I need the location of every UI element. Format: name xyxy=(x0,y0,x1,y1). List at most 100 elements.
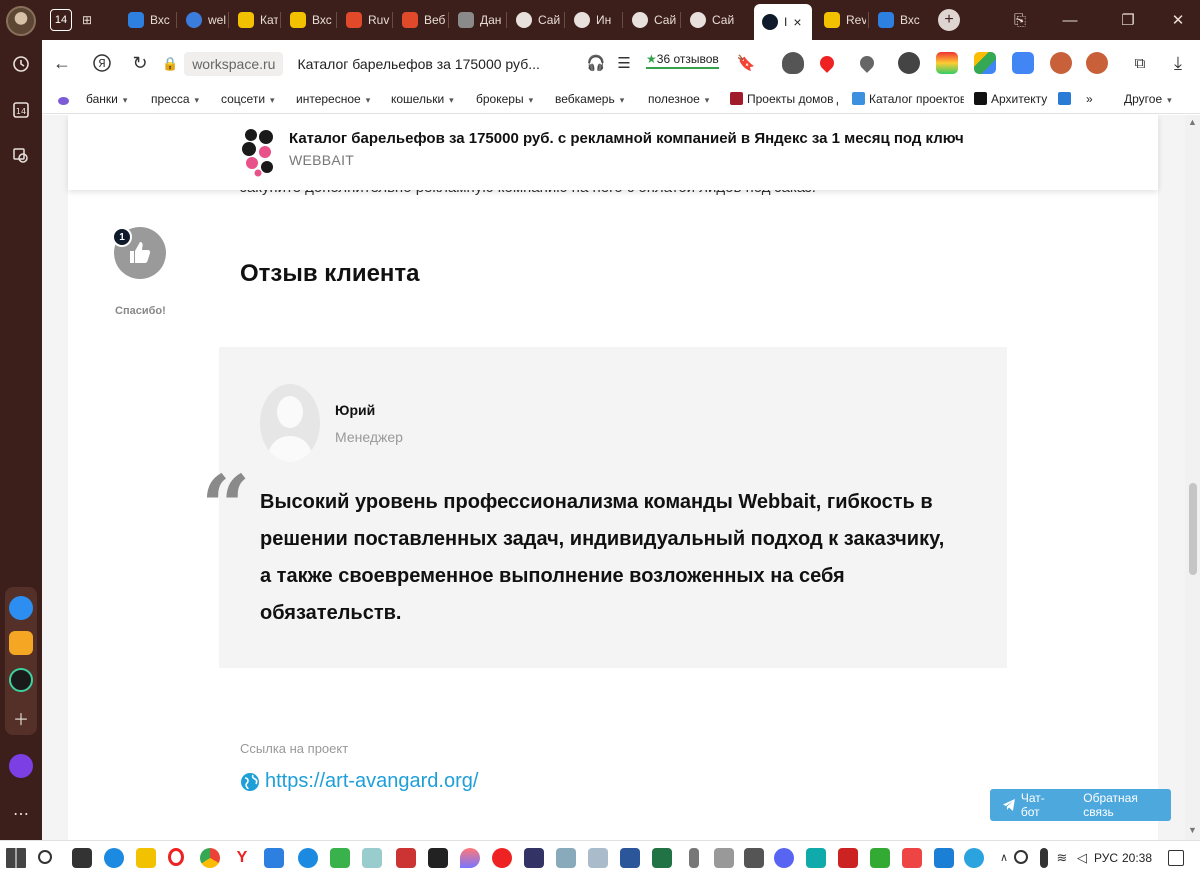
history-icon[interactable] xyxy=(7,50,35,78)
volume-icon[interactable]: ◁ xyxy=(1072,848,1092,868)
tab-item[interactable]: Вхс xyxy=(120,5,174,35)
close-tab-icon[interactable]: × xyxy=(793,14,801,30)
notifications-icon[interactable] xyxy=(1168,850,1184,866)
feedback-button[interactable]: Обратная связь xyxy=(1083,791,1171,819)
app-icon[interactable] xyxy=(362,848,382,868)
bookmark-folder-social[interactable]: соцсети ▾ xyxy=(221,92,275,106)
system-clock[interactable]: 20:38 xyxy=(1122,851,1152,865)
opera-icon[interactable] xyxy=(168,848,184,866)
location-extension-icon[interactable] xyxy=(857,53,877,73)
bookmark-folder-press[interactable]: пресса ▾ xyxy=(151,92,199,106)
tab-item[interactable]: Вхс xyxy=(282,5,334,35)
bookmark-project-catalog[interactable]: Каталог проектов xyxy=(852,92,964,106)
more-icon[interactable]: ⋯ xyxy=(7,800,35,828)
tab-item[interactable]: Кат xyxy=(230,5,278,35)
tray-overflow-icon[interactable]: ∧ xyxy=(994,848,1014,868)
bookmark-favicon-icon[interactable] xyxy=(1058,92,1075,106)
screenshot-icon[interactable] xyxy=(7,142,35,170)
restore-icon[interactable]: ❐ xyxy=(1116,8,1140,32)
language-indicator[interactable]: РУС xyxy=(1094,851,1118,865)
calculator-icon[interactable] xyxy=(714,848,734,868)
app-icon[interactable] xyxy=(428,848,448,868)
app-icon[interactable] xyxy=(902,848,922,868)
tab-item[interactable]: wel xyxy=(178,5,226,35)
map-pin-extension-icon[interactable] xyxy=(817,53,837,73)
bookmark-folder-banks[interactable]: банки ▾ xyxy=(86,92,127,106)
domain-pill[interactable]: workspace.ru xyxy=(184,52,284,76)
reader-mode-icon[interactable]: ☰ xyxy=(612,51,636,75)
tab-item[interactable]: Ruv xyxy=(338,5,390,35)
wifi-icon[interactable]: ≋ xyxy=(1052,848,1072,868)
tab-item[interactable]: Вхс xyxy=(870,5,922,35)
notes-app-icon[interactable] xyxy=(9,631,33,655)
tab-item[interactable]: Дан xyxy=(450,5,504,35)
drive-extension-icon[interactable] xyxy=(974,52,996,74)
tab-counter[interactable]: 14 xyxy=(46,5,76,35)
bookmark-folder-brokers[interactable]: брокеры ▾ xyxy=(476,92,533,106)
bookmark-architecture[interactable]: Архитекту xyxy=(974,92,1050,106)
tab-item[interactable]: Веб xyxy=(394,5,446,35)
telegram-taskbar-icon[interactable] xyxy=(964,848,984,868)
shield-extension-icon[interactable] xyxy=(782,52,804,74)
pin-window-icon[interactable]: ⎘ xyxy=(1008,8,1032,32)
add-app-icon[interactable]: ＋ xyxy=(7,704,35,732)
usb-icon[interactable] xyxy=(689,848,699,868)
page-scrollbar[interactable]: ▲ ▼ xyxy=(1185,115,1200,840)
hexagon-extension-icon[interactable] xyxy=(898,52,920,74)
task-view-icon[interactable] xyxy=(72,848,92,868)
windows-start-icon[interactable] xyxy=(6,848,26,868)
alice-assistant-icon[interactable] xyxy=(9,754,33,778)
chat-widget[interactable]: Чат-бот Обратная связь xyxy=(990,789,1171,821)
app-icon[interactable] xyxy=(492,848,512,868)
site-reviews-badge[interactable]: ★36 отзывов xyxy=(646,52,719,69)
new-tab-group-button[interactable]: ⊞ xyxy=(78,5,108,35)
scroll-down-arrow-icon[interactable]: ▼ xyxy=(1188,825,1197,835)
avatar-extension-icon[interactable] xyxy=(1086,52,1108,74)
header-brand[interactable]: WEBBAIT xyxy=(289,152,354,168)
app-icon[interactable] xyxy=(870,848,890,868)
calendar-icon[interactable]: 14 xyxy=(7,96,35,124)
avatar-extension-icon[interactable] xyxy=(1050,52,1072,74)
tab-item[interactable]: Сай xyxy=(508,5,562,35)
tools-extension-icon[interactable] xyxy=(936,52,958,74)
music-app-icon[interactable] xyxy=(9,668,33,692)
extensions-icon[interactable]: ⧉ xyxy=(1128,51,1152,75)
back-button[interactable]: ← xyxy=(50,51,74,75)
bookmark-house-projects[interactable]: Проекты домов д xyxy=(730,92,838,106)
tab-item[interactable]: Сай xyxy=(624,5,678,35)
app-icon[interactable] xyxy=(934,848,954,868)
scroll-up-arrow-icon[interactable]: ▲ xyxy=(1188,117,1197,127)
app-icon[interactable] xyxy=(806,848,826,868)
project-url[interactable]: https://art-avangard.org/ xyxy=(265,770,478,793)
yandex-browser-icon[interactable]: Y xyxy=(232,848,252,868)
new-tab-button[interactable]: + xyxy=(938,5,968,35)
file-explorer-icon[interactable] xyxy=(136,848,156,868)
bookmark-folder-useful[interactable]: полезное ▾ xyxy=(648,92,709,106)
bookmark-folder-wallets[interactable]: кошельки ▾ xyxy=(391,92,454,106)
bookmark-folder-interesting[interactable]: интересное ▾ xyxy=(296,92,370,106)
notepad-icon[interactable] xyxy=(556,848,576,868)
yandex-logo-icon[interactable]: Я xyxy=(90,51,114,75)
minimize-icon[interactable]: — xyxy=(1058,8,1082,32)
discord-icon[interactable] xyxy=(774,848,794,868)
chrome-icon[interactable] xyxy=(200,848,220,868)
bookmark-folder-other[interactable]: Другое ▾ xyxy=(1124,92,1172,106)
app-icon[interactable] xyxy=(330,848,350,868)
headphones-icon[interactable]: 🎧 xyxy=(584,51,608,75)
bookmark-folder[interactable] xyxy=(58,92,73,106)
project-link[interactable]: https://art-avangard.org/ xyxy=(240,770,478,793)
app-icon[interactable] xyxy=(460,848,480,868)
save-app-icon[interactable] xyxy=(524,848,544,868)
tab-item[interactable]: Rev xyxy=(816,5,866,35)
bookmark-folder-webcams[interactable]: вебкамерь ▾ xyxy=(555,92,624,106)
profile-avatar[interactable] xyxy=(6,6,36,36)
microphone-icon[interactable] xyxy=(1040,848,1048,868)
tab-item[interactable]: Ин xyxy=(566,5,620,35)
tab-active[interactable]: I × xyxy=(754,4,812,40)
scrollbar-thumb[interactable] xyxy=(1189,483,1197,575)
messenger-app-icon[interactable] xyxy=(9,596,33,620)
word-icon[interactable] xyxy=(620,848,640,868)
excel-icon[interactable] xyxy=(652,848,672,868)
bookmarks-overflow-button[interactable]: » xyxy=(1086,92,1093,106)
tray-app-icon[interactable] xyxy=(1014,850,1028,864)
